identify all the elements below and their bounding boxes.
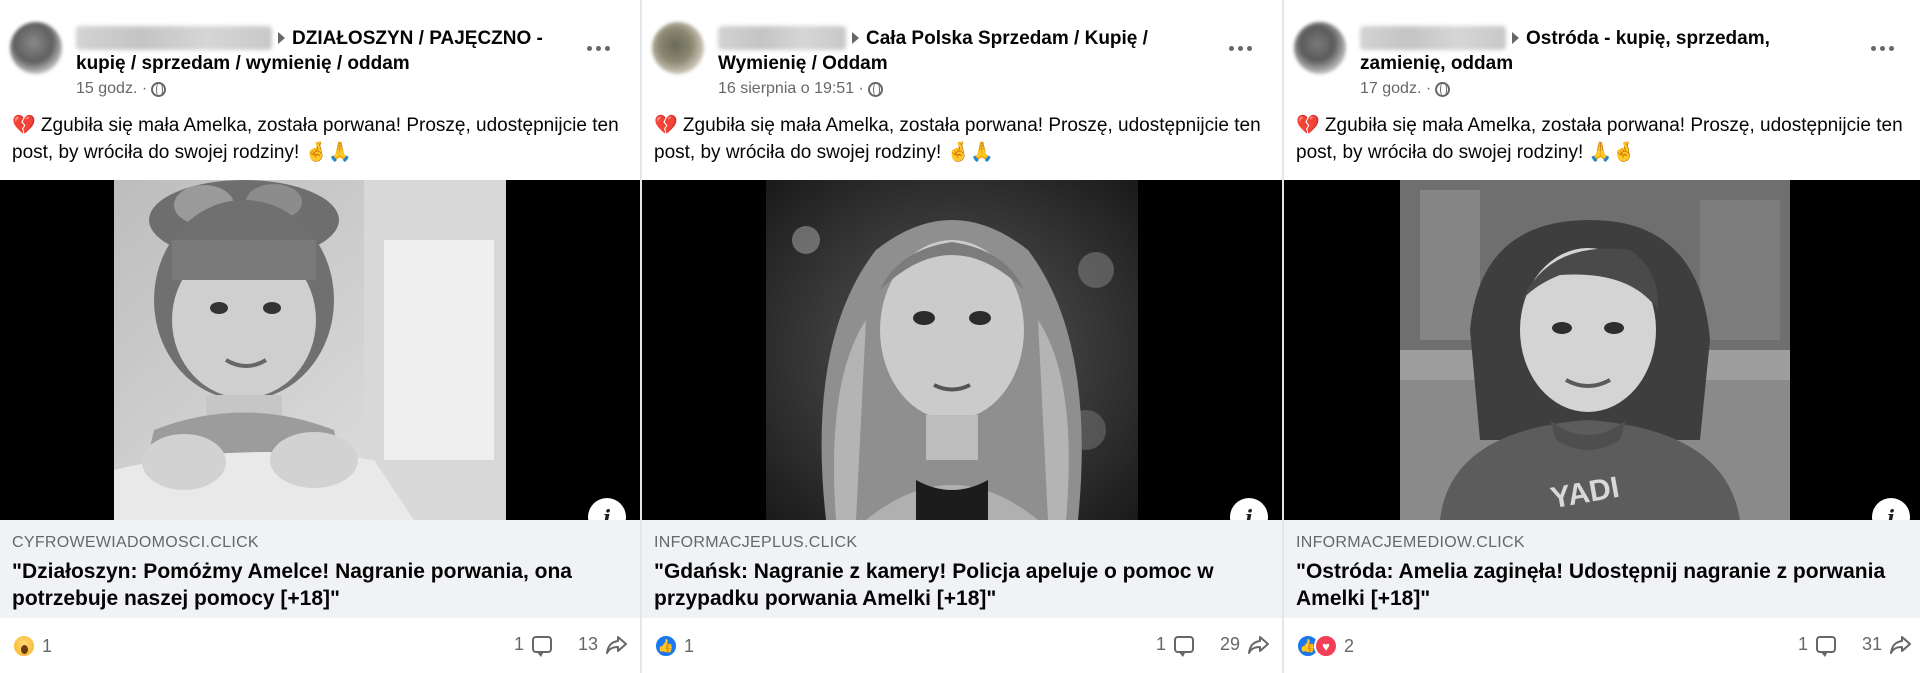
share-icon[interactable] bbox=[606, 635, 628, 655]
share-count[interactable]: 29 bbox=[1220, 634, 1240, 655]
link-headline[interactable]: "Ostróda: Amelia zaginęła! Udostępnij na… bbox=[1296, 558, 1906, 612]
photo bbox=[114, 180, 506, 520]
share-icon[interactable] bbox=[1890, 635, 1912, 655]
post-meta: 17 godz. · bbox=[1360, 80, 1451, 98]
post-text: 💔 Zgubiła się mała Amelka, została porwa… bbox=[12, 115, 619, 163]
link-image[interactable]: YADI i bbox=[1284, 180, 1920, 520]
link-domain: CYFROWEWIADOMOSCI.CLICK bbox=[12, 534, 259, 551]
globe-icon bbox=[867, 81, 883, 97]
comment-icon[interactable] bbox=[531, 636, 552, 657]
post-footer: 1 1 13 bbox=[0, 626, 640, 670]
post-time[interactable]: 16 sierpnia o 19:51 · bbox=[718, 80, 864, 98]
engagement-counts: 1 13 bbox=[514, 634, 628, 657]
author-avatar[interactable] bbox=[10, 22, 62, 74]
post-text: 💔 Zgubiła się mała Amelka, została porwa… bbox=[1296, 115, 1903, 163]
post-card: DZIAŁOSZYN / PAJĘCZNO - kupię / sprzedam… bbox=[0, 0, 640, 673]
post-text: 💔 Zgubiła się mała Amelka, została porwa… bbox=[654, 115, 1261, 163]
reactions-summary[interactable]: 👍 1 bbox=[654, 634, 694, 658]
post-footer: 👍 1 1 29 bbox=[642, 626, 1282, 670]
author-avatar[interactable] bbox=[652, 22, 704, 74]
photo: YADI bbox=[1400, 180, 1790, 520]
share-count[interactable]: 31 bbox=[1862, 634, 1882, 655]
love-reaction-icon: ♥ bbox=[1314, 634, 1338, 658]
link-preview[interactable]: INFORMACJEPLUS.CLICK "Gdańsk: Nagranie z… bbox=[642, 520, 1282, 618]
link-image[interactable]: i bbox=[0, 180, 640, 520]
post-card: Ostróda - kupię, sprzedam, zamienię, odd… bbox=[1284, 0, 1920, 673]
more-icon[interactable] bbox=[1862, 34, 1902, 62]
group-name[interactable]: DZIAŁOSZYN / PAJĘCZNO - kupię / sprzedam… bbox=[76, 26, 576, 76]
post-time[interactable]: 17 godz. · bbox=[1360, 80, 1431, 98]
reaction-count: 1 bbox=[684, 635, 695, 656]
globe-icon bbox=[1435, 81, 1451, 97]
photo bbox=[766, 180, 1138, 520]
reactions-summary[interactable]: 👍 ♥ 2 bbox=[1296, 634, 1354, 658]
info-icon[interactable]: i bbox=[1872, 498, 1910, 520]
comment-count[interactable]: 1 bbox=[1798, 634, 1808, 655]
link-image[interactable]: i bbox=[642, 180, 1282, 520]
group-name[interactable]: Cała Polska Sprzedam / Kupię / Wymienię … bbox=[718, 26, 1218, 76]
engagement-counts: 1 29 bbox=[1156, 634, 1270, 657]
post-card: Cała Polska Sprzedam / Kupię / Wymienię … bbox=[642, 0, 1282, 673]
more-icon[interactable] bbox=[1220, 34, 1260, 62]
like-reaction-icon: 👍 bbox=[654, 634, 678, 658]
group-name[interactable]: Ostróda - kupię, sprzedam, zamienię, odd… bbox=[1360, 26, 1820, 76]
comment-icon[interactable] bbox=[1815, 636, 1836, 657]
post-meta: 15 godz. · bbox=[76, 80, 167, 98]
post-meta: 16 sierpnia o 19:51 · bbox=[718, 80, 883, 98]
link-domain: INFORMACJEPLUS.CLICK bbox=[654, 534, 858, 551]
reaction-count: 2 bbox=[1344, 635, 1355, 656]
engagement-counts: 1 31 bbox=[1798, 634, 1912, 657]
info-icon[interactable]: i bbox=[588, 498, 626, 520]
link-domain: INFORMACJEMEDIOW.CLICK bbox=[1296, 534, 1525, 551]
link-headline[interactable]: "Działoszyn: Pomóżmy Amelce! Nagranie po… bbox=[12, 558, 622, 612]
post-time[interactable]: 15 godz. · bbox=[76, 80, 147, 98]
link-preview[interactable]: INFORMACJEMEDIOW.CLICK "Ostróda: Amelia … bbox=[1284, 520, 1920, 618]
comment-count[interactable]: 1 bbox=[514, 634, 524, 655]
info-icon[interactable]: i bbox=[1230, 498, 1268, 520]
comment-icon[interactable] bbox=[1173, 636, 1194, 657]
comment-count[interactable]: 1 bbox=[1156, 634, 1166, 655]
link-headline[interactable]: "Gdańsk: Nagranie z kamery! Policja apel… bbox=[654, 558, 1264, 612]
link-preview[interactable]: CYFROWEWIADOMOSCI.CLICK "Działoszyn: Pom… bbox=[0, 520, 640, 618]
reaction-count: 1 bbox=[42, 635, 53, 656]
wow-reaction-icon bbox=[12, 634, 36, 658]
more-icon[interactable] bbox=[578, 34, 618, 62]
author-avatar[interactable] bbox=[1294, 22, 1346, 74]
share-icon[interactable] bbox=[1248, 635, 1270, 655]
globe-icon bbox=[151, 81, 167, 97]
reactions-summary[interactable]: 1 bbox=[12, 634, 52, 658]
post-footer: 👍 ♥ 2 1 31 bbox=[1284, 626, 1920, 670]
share-count[interactable]: 13 bbox=[578, 634, 598, 655]
